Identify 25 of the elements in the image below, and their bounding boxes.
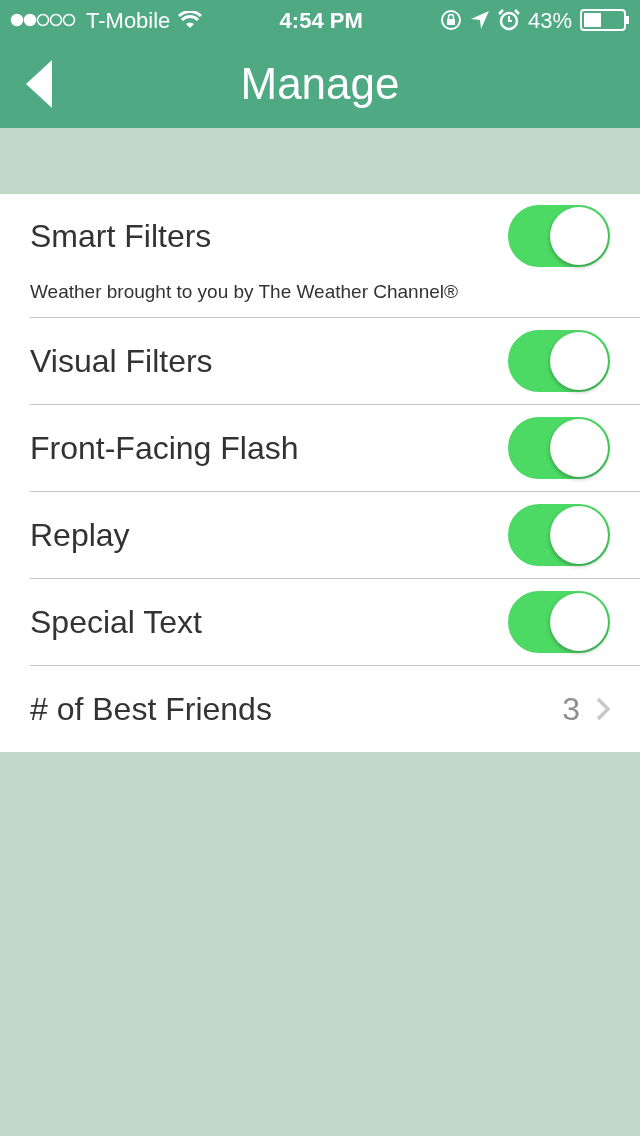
setting-value: 3 [562,689,580,729]
setting-label: Front-Facing Flash [30,428,299,468]
toggle-switch[interactable] [508,205,610,267]
setting-label: # of Best Friends [30,689,272,729]
toggle-switch[interactable] [508,416,610,479]
signal-icon [10,13,78,27]
screen-title: Manage [240,58,400,110]
toggle-switch[interactable] [508,503,610,566]
location-icon [469,10,490,30]
toggle-switch[interactable] [508,590,610,653]
rotation-lock-icon [439,9,462,31]
status-time: 4:54 PM [279,6,363,35]
setting-label: Smart Filters [30,217,212,256]
battery-icon [580,9,630,31]
toggle-switch[interactable] [508,329,610,392]
setting-label: Special Text [30,602,202,642]
carrier-name: T-Mobile [86,6,171,35]
alarm-icon [497,9,520,31]
battery-percent: 43% [527,6,572,35]
chevron-icon[interactable] [596,696,610,721]
setting-label: Visual Filters [30,341,213,381]
wifi-icon [178,11,203,29]
setting-label: Replay [30,515,130,555]
setting-note: Weather brought to you by The Weather Channel® [30,280,460,304]
back-icon[interactable] [26,60,52,108]
